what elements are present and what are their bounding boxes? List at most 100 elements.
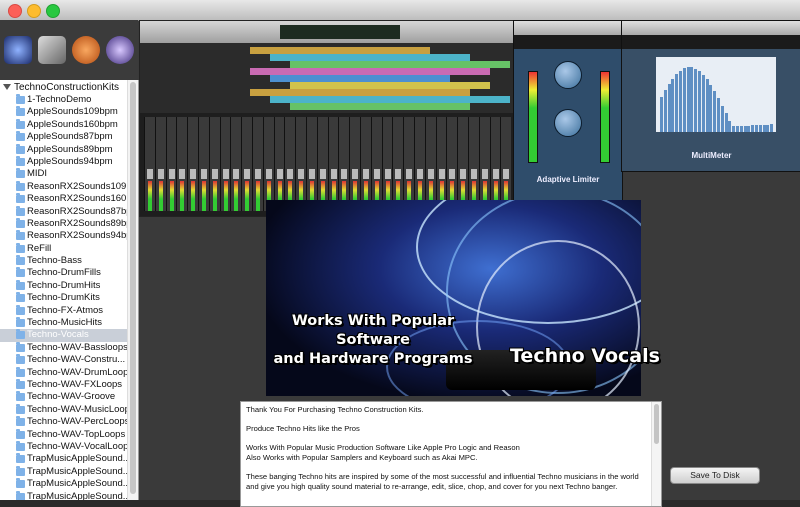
fader-icon [373, 169, 380, 179]
channel-strip [154, 117, 166, 211]
tree-item[interactable]: TrapMusicAppleSound... [0, 453, 127, 465]
channel-strip [360, 117, 371, 211]
tree-item-label: MIDI [27, 168, 48, 180]
fader-icon [481, 169, 488, 179]
folder-icon [16, 329, 25, 340]
tree-item-label: Techno-DrumHits [27, 279, 101, 291]
folder-icon [16, 354, 25, 365]
track-region [250, 68, 490, 75]
description-paragraph: These banging Techno hits are inspired b… [246, 472, 639, 491]
folder-icon [16, 131, 25, 142]
tree-item[interactable]: AppleSounds160bpm [0, 118, 127, 131]
tree-item-label: ReasonRX2Sounds94bpm [27, 230, 127, 242]
zoom-window-button[interactable] [46, 4, 60, 18]
folder-icon [16, 106, 25, 117]
tree-item-label: Techno-Vocals [27, 329, 89, 341]
tree-item-label: AppleSounds89bpm [27, 143, 113, 155]
kit-browser: TechnoConstructionKits 1-TechnoDemo Apple… [0, 80, 139, 500]
logic-icon[interactable] [72, 36, 100, 64]
tree-item[interactable]: ReFill [0, 242, 127, 255]
preview-pane: Adaptive Limiter MultiMeter Works With P… [139, 20, 800, 507]
fader-icon [201, 169, 207, 179]
tree-item[interactable]: TrapMusicAppleSound... [0, 465, 127, 478]
tree-item[interactable]: TrapMusicAppleSound... [0, 490, 127, 500]
tree-item[interactable]: Techno-MusicHits [0, 317, 127, 329]
tree-item[interactable]: Techno-WAV-PercLoops [0, 416, 127, 428]
tree-item[interactable]: Techno-WAV-DrumLoops [0, 366, 127, 379]
spectrum-bar [679, 71, 682, 132]
channel-strip [327, 117, 339, 211]
tree-item[interactable]: AppleSounds94bpm [0, 155, 127, 168]
description-scrollbar[interactable] [651, 402, 661, 506]
level-meter [212, 181, 217, 211]
tree-root[interactable]: TechnoConstructionKits [3, 82, 119, 93]
tree-item[interactable]: ReasonRX2Sounds109... [0, 180, 127, 193]
level-meter [234, 181, 239, 211]
toolbar [0, 20, 138, 80]
description-paragraph: Produce Techno Hits like the Pros [246, 424, 360, 434]
tree-item-label: 1-TechnoDemo [27, 94, 92, 105]
minimize-window-button[interactable] [27, 4, 41, 18]
folder-icon [16, 94, 25, 104]
fader-icon [406, 169, 413, 179]
tree-item[interactable]: AppleSounds89bpm [0, 143, 127, 156]
spectrum-bar [694, 69, 698, 132]
tree-item[interactable]: Techno-WAV-Groove [0, 391, 127, 403]
tree-item[interactable]: Techno-DrumHits [0, 279, 127, 292]
tree-item[interactable]: Techno-WAV-Constru... [0, 354, 127, 366]
tree-item[interactable]: Techno-FX-Atmos [0, 304, 127, 317]
tree-item[interactable]: Techno-DrumFills [0, 267, 127, 279]
folder-icon [16, 304, 25, 315]
scroll-thumb[interactable] [130, 82, 136, 494]
tree-item[interactable]: MIDI [0, 168, 127, 180]
save-to-disk-button[interactable]: Save To Disk [670, 467, 760, 484]
folder-icon [16, 465, 25, 476]
channel-strip [338, 117, 350, 211]
tree-item-label: TrapMusicAppleSound... [27, 465, 127, 477]
tree-item[interactable]: AppleSounds87bpm [0, 131, 127, 143]
gain-knob [554, 61, 582, 89]
tree-item[interactable]: ReasonRX2Sounds160... [0, 193, 127, 205]
fader-icon [255, 169, 261, 179]
scroll-thumb[interactable] [654, 404, 659, 444]
tree-item[interactable]: Techno-Bass [0, 255, 127, 267]
tree-item[interactable]: Techno-WAV-TopLoops [0, 428, 127, 441]
tree-item-label: Techno-WAV-Groove [27, 391, 116, 403]
level-meter [202, 181, 206, 211]
tree-item[interactable]: ReasonRX2Sounds89bpm [0, 217, 127, 230]
tree-item[interactable]: AppleSounds109bpm [0, 106, 127, 118]
tree-item[interactable]: Techno-WAV-VocalLoops [0, 440, 127, 453]
tree-item-label: Techno-WAV-DrumLoops [27, 366, 127, 378]
tree-item[interactable]: ReasonRX2Sounds87bpm [0, 205, 127, 218]
tree-item[interactable]: 1-TechnoDemo [0, 94, 127, 106]
tree-item-label: AppleSounds87bpm [27, 131, 113, 143]
tree-item[interactable]: Techno-WAV-FXLoops [0, 378, 127, 391]
channel-strip [198, 117, 209, 211]
tree-item[interactable]: Techno-WAV-Bassloops [0, 341, 127, 354]
channel-strip [457, 117, 469, 211]
channel-strip [424, 117, 436, 211]
disclosure-triangle-icon[interactable] [3, 84, 11, 91]
channel-strip [241, 117, 253, 211]
reason-icon[interactable] [4, 36, 32, 64]
fader-icon [449, 169, 456, 179]
channel-strip [176, 117, 188, 211]
tree-item[interactable]: ReasonRX2Sounds94bpm [0, 230, 127, 242]
folder-icon [16, 366, 25, 377]
samples-icon[interactable] [38, 36, 66, 64]
tree-item[interactable]: Techno-DrumKits [0, 292, 127, 304]
close-window-button[interactable] [8, 4, 22, 18]
fader-icon [417, 169, 423, 179]
tracks-area [140, 43, 513, 113]
instruments-icon[interactable] [106, 36, 134, 64]
folder-icon [16, 341, 25, 352]
tree-item[interactable]: Techno-WAV-MusicLoops [0, 403, 127, 416]
fader-icon [427, 169, 434, 179]
level-meter [245, 181, 250, 211]
sidebar-scrollbar[interactable] [127, 80, 138, 500]
tree-item[interactable]: TrapMusicAppleSound... [0, 478, 127, 490]
tree-item[interactable]: Techno-Vocals [0, 329, 127, 342]
folder-icon [16, 267, 25, 278]
fader-icon [147, 169, 153, 179]
fader-icon [157, 169, 164, 179]
